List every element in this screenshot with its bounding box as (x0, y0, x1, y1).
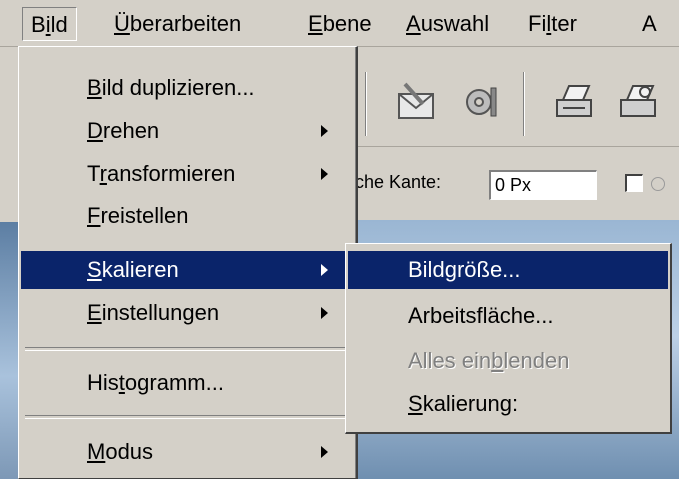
menu-a-text: A (642, 11, 657, 36)
submenu-item-alles-einblenden: Alles einblenden (348, 342, 668, 380)
item-mnemonic: b (491, 348, 504, 373)
menu-item-freistellen[interactable]: Freistellen (21, 197, 354, 235)
menu-ueberarbeiten-text: berarbeiten (129, 11, 242, 36)
skalieren-submenu: Bildgröße... Arbeitsfläche... Alles einb… (345, 243, 672, 434)
menu-item-einstellungen[interactable]: Einstellungen (21, 294, 354, 332)
edge-input[interactable] (489, 170, 597, 200)
item-mnemonic: B (87, 75, 102, 100)
item-mnemonic: S (408, 391, 423, 416)
menu-ueberarbeiten[interactable]: Überarbeiten (106, 7, 249, 41)
item-mnemonic: S (87, 257, 102, 282)
item-text: Alles ein (408, 348, 492, 373)
submenu-arrow-icon (321, 125, 328, 137)
menu-separator (25, 415, 349, 419)
menu-filter-text-end: ter (551, 11, 577, 36)
item-text-end: odus (105, 439, 154, 464)
menu-auswahl-mnemonic: A (406, 11, 421, 36)
menu-bild-text-end: ld (50, 12, 68, 37)
menu-bar: Bild Überarbeiten Ebene Auswahl Filter A (0, 0, 679, 47)
menu-a-truncated[interactable]: A (634, 7, 665, 41)
menu-filter-text: Fi (528, 11, 547, 36)
edge-label: che Kante: (355, 172, 442, 192)
email-icon[interactable] (393, 78, 441, 126)
item-text-end: ogramm... (124, 370, 224, 395)
item-text-end: lenden (503, 348, 570, 373)
edge-checkbox[interactable] (625, 174, 643, 192)
item-text-end: rehen (102, 118, 160, 143)
item-text: Arbeitsfläche... (408, 303, 554, 328)
menu-item-bild-duplizieren[interactable]: Bild duplizieren... (21, 69, 354, 107)
menu-item-transformieren[interactable]: Transformieren (21, 155, 354, 193)
menu-item-histogramm[interactable]: Histogramm... (21, 364, 354, 402)
print-icon[interactable] (551, 78, 599, 126)
submenu-arrow-icon (321, 446, 328, 458)
options-bar: che Kante: (355, 150, 679, 221)
menu-bild[interactable]: Bild (22, 7, 77, 41)
item-text: Bild (408, 257, 445, 282)
bild-menu: Bild duplizieren... Drehen Transformiere… (18, 46, 358, 479)
option-radio[interactable] (651, 177, 665, 191)
menu-auswahl[interactable]: Auswahl (398, 7, 497, 41)
menu-ueberarbeiten-mnemonic: Ü (114, 11, 130, 36)
item-mnemonic: E (87, 300, 102, 325)
item-text-end: ild duplizieren... (101, 75, 255, 100)
item-mnemonic: r (99, 161, 107, 186)
menu-item-modus[interactable]: Modus (21, 433, 354, 471)
toolbar-separator (365, 72, 367, 136)
item-mnemonic: M (87, 439, 106, 464)
menu-ebene[interactable]: Ebene (300, 7, 380, 41)
menu-separator (25, 347, 349, 351)
menu-auswahl-text: uswahl (420, 11, 490, 36)
toolbar-separator (523, 72, 525, 136)
menu-bild-text: B (31, 12, 46, 37)
submenu-arrow-icon (321, 168, 328, 180)
item-text-end: reistellen (100, 203, 189, 228)
submenu-item-bildgroesse[interactable]: Bildgröße... (348, 251, 668, 289)
item-text: His (87, 370, 119, 395)
item-text-end: instellungen (101, 300, 220, 325)
item-mnemonic: g (444, 257, 457, 282)
menu-ebene-text: bene (322, 11, 372, 36)
menu-item-drehen[interactable]: Drehen (21, 112, 354, 150)
submenu-arrow-icon (321, 264, 328, 276)
tools-icon[interactable] (459, 78, 507, 126)
item-text-end: kalieren (101, 257, 179, 282)
submenu-item-arbeitsflaeche[interactable]: Arbeitsfläche... (348, 297, 668, 335)
menu-item-skalieren[interactable]: Skalieren (21, 251, 354, 289)
menu-filter[interactable]: Filter (520, 7, 585, 41)
submenu-item-skalierung[interactable]: Skalierung: (348, 385, 668, 423)
submenu-arrow-icon (321, 307, 328, 319)
item-text-end: ansformieren (106, 161, 236, 186)
toolbar (355, 66, 679, 147)
item-text: T (87, 161, 100, 186)
document-image-edge (0, 222, 18, 479)
item-text-end: röße... (456, 257, 521, 282)
print-preview-icon[interactable] (615, 78, 663, 126)
item-mnemonic: F (87, 203, 101, 228)
item-mnemonic: D (87, 118, 103, 143)
menu-ebene-mnemonic: E (308, 11, 323, 36)
item-text-end: kalierung: (422, 391, 519, 416)
